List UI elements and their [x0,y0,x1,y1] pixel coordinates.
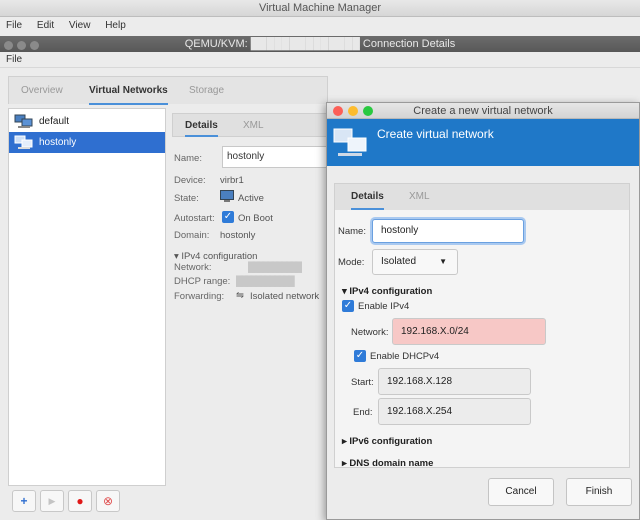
connection-window-title-bar: QEMU/KVM: ██████████████ Connection Deta… [0,36,640,52]
autostart-checkbox[interactable]: ✓ [222,211,234,223]
minimize-icon[interactable] [17,41,26,50]
dhcp-end-input[interactable]: 192.168.X.254 [378,398,531,425]
detail-network-label: Network: [174,262,212,273]
network-icon [14,135,33,149]
cancel-button[interactable]: Cancel [488,478,554,506]
dialog-network-input[interactable]: 192.168.X.0/24 [392,318,546,345]
tab-storage[interactable]: Storage [189,77,224,105]
menu-help[interactable]: Help [99,17,132,35]
tab-xml[interactable]: XML [243,114,264,137]
enable-dhcpv4-checkbox[interactable]: ✓ [354,350,366,362]
dialog-title-bar: Create a new virtual network [327,103,639,119]
dialog-title: Create a new virtual network [413,105,553,117]
detail-forwarding-value: Isolated network [250,291,320,302]
close-icon[interactable] [333,106,343,116]
dialog-network-label: Network: [351,327,389,338]
forwarding-icon: ⇋ [236,290,244,301]
menu-edit[interactable]: Edit [31,17,60,35]
delete-network-button[interactable]: ⊗ [96,490,120,512]
network-name: hostonly [39,137,77,148]
network-list: default hostonly [8,108,166,486]
detail-ipv4-expander[interactable]: ▾ IPv4 configuration [174,251,257,262]
dns-expander[interactable]: ▸ DNS domain name [342,458,433,469]
stop-network-button[interactable]: ● [68,490,92,512]
finish-button[interactable]: Finish [566,478,632,506]
ipv6-expander[interactable]: ▸ IPv6 configuration [342,436,432,447]
tab-details[interactable]: Details [351,184,384,210]
menu-file[interactable]: File [0,52,28,68]
dns-section-label: DNS domain name [349,458,434,469]
network-icon [14,114,33,128]
detail-autostart-value: On Boot [238,213,273,224]
connection-window-title: QEMU/KVM: ██████████████ Connection Deta… [184,38,456,50]
detail-forwarding-label: Forwarding: [174,291,225,302]
enable-ipv4-checkbox[interactable]: ✓ [342,300,354,312]
menu-file[interactable]: File [0,17,28,35]
detail-device-value: virbr1 [220,175,244,186]
detail-autostart-label: Autostart: [174,213,215,224]
state-active-icon [220,190,234,202]
dhcp-end-label: End: [353,407,373,418]
tab-virtual-networks[interactable]: Virtual Networks [89,77,168,105]
virtual-network-icon [333,128,367,156]
dhcp-start-label: Start: [351,377,374,388]
dialog-mode-label: Mode: [338,257,365,268]
detail-name-label: Name: [174,153,202,164]
ipv6-section-label: IPv6 configuration [349,436,433,447]
connection-tabs: Overview Virtual Networks Storage [8,76,328,105]
enable-ipv4-label: Enable IPv4 [358,301,410,312]
zoom-icon[interactable] [363,106,373,116]
menu-view[interactable]: View [63,17,97,35]
tab-details[interactable]: Details [185,114,218,137]
detail-tabs: Details XML [172,113,328,137]
close-icon[interactable] [4,41,13,50]
detail-ipv4-section-label: IPv4 configuration [181,251,258,262]
dialog-mode-select[interactable]: Isolated ▼ [372,249,458,275]
chevron-down-icon: ▼ [439,257,447,266]
add-network-button[interactable]: + [12,490,36,512]
tab-overview[interactable]: Overview [21,77,63,105]
enable-dhcpv4-label: Enable DHCPv4 [370,351,440,362]
detail-name-field[interactable]: hostonly [222,146,328,168]
detail-state-value: Active [238,193,264,204]
connection-menu-bar: File [0,52,640,68]
network-list-item-hostonly[interactable]: hostonly [9,132,165,153]
dialog-tabs: Details XML [334,183,630,210]
dialog-banner-title: Create virtual network [377,127,494,141]
ipv4-section-label: IPv4 configuration [349,286,433,297]
detail-network-value: ███████████ [248,262,302,273]
app-menu-bar: File Edit View Help [0,17,640,35]
detail-domain-label: Domain: [174,230,210,241]
start-network-button[interactable]: ▶ [40,490,64,512]
minimize-icon[interactable] [348,106,358,116]
mode-selected-value: Isolated [381,256,417,267]
tab-xml[interactable]: XML [409,184,430,210]
dialog-name-label: Name: [338,226,366,237]
dialog-banner: Create virtual network [327,119,639,166]
detail-state-label: State: [174,193,199,204]
network-name: default [39,116,70,127]
app-title-bar: Virtual Machine Manager [0,0,640,17]
ipv4-expander[interactable]: ▾ IPv4 configuration [342,286,432,297]
detail-device-label: Device: [174,175,206,186]
detail-dhcp-label: DHCP range: [174,276,231,287]
dialog-name-input[interactable]: hostonly [372,219,524,243]
detail-domain-value: hostonly [220,230,256,241]
dhcp-start-input[interactable]: 192.168.X.128 [378,368,531,395]
network-list-item-default[interactable]: default [9,111,165,132]
detail-dhcp-value: ████████████ [236,276,295,287]
zoom-icon[interactable] [30,41,39,50]
